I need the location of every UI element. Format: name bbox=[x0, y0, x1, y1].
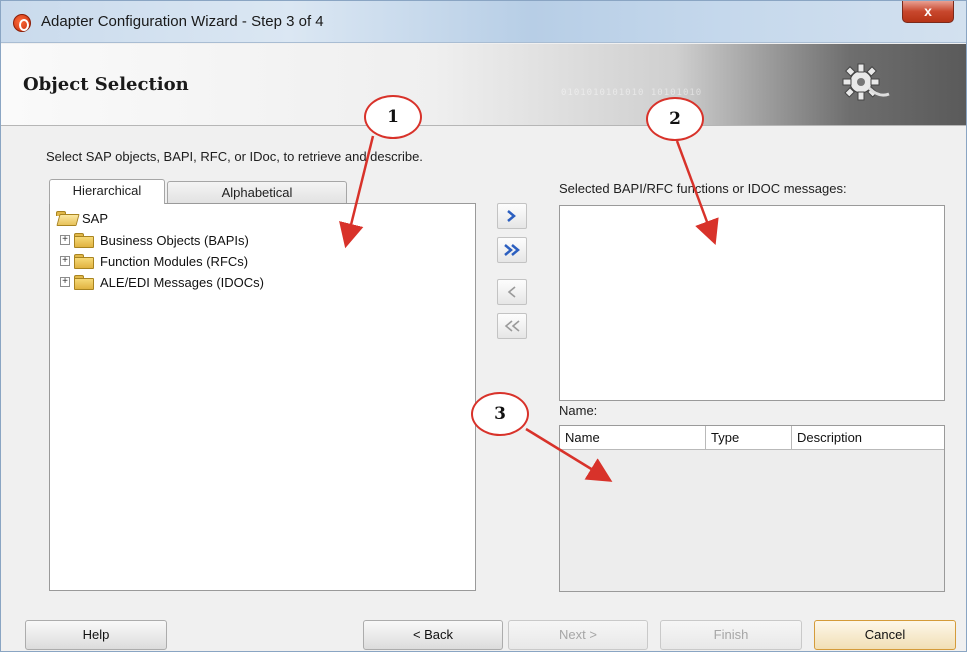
selected-list-label: Selected BAPI/RFC functions or IDOC mess… bbox=[559, 181, 847, 196]
title-bar[interactable]: Adapter Configuration Wizard - Step 3 of… bbox=[1, 1, 966, 43]
expand-icon[interactable]: + bbox=[60, 277, 70, 287]
folder-icon bbox=[74, 275, 94, 290]
cancel-button[interactable]: Cancel bbox=[814, 620, 956, 650]
column-header-name[interactable]: Name bbox=[560, 426, 706, 450]
move-all-right-button[interactable] bbox=[497, 237, 527, 263]
open-folder-icon bbox=[56, 211, 76, 225]
tree-item-label: Function Modules (RFCs) bbox=[100, 253, 249, 269]
callout-2: 2 bbox=[646, 97, 704, 141]
column-header-type[interactable]: Type bbox=[706, 426, 792, 450]
tree-item-function-modules[interactable]: + Function Modules (RFCs) bbox=[60, 252, 248, 270]
window-title: Adapter Configuration Wizard - Step 3 of… bbox=[41, 13, 324, 30]
selected-functions-list[interactable] bbox=[559, 205, 945, 401]
tab-alphabetical[interactable]: Alphabetical bbox=[167, 181, 347, 203]
move-left-icon bbox=[507, 286, 516, 298]
column-header-description[interactable]: Description bbox=[792, 426, 944, 450]
page-title: Object Selection bbox=[23, 74, 189, 95]
move-all-right-icon bbox=[504, 244, 520, 256]
move-all-left-icon bbox=[504, 320, 520, 332]
sap-object-tree[interactable]: SAP + Business Objects (BAPIs) + Functio… bbox=[49, 203, 476, 591]
instruction-text: Select SAP objects, BAPI, RFC, or IDoc, … bbox=[46, 149, 423, 164]
name-table[interactable]: Name Type Description bbox=[559, 425, 945, 592]
folder-icon bbox=[74, 254, 94, 269]
callout-1: 1 bbox=[364, 95, 422, 139]
tree-item-ale-edi-messages[interactable]: + ALE/EDI Messages (IDOCs) bbox=[60, 273, 264, 291]
move-all-left-button[interactable] bbox=[497, 313, 527, 339]
move-right-button[interactable] bbox=[497, 203, 527, 229]
expand-icon[interactable]: + bbox=[60, 256, 70, 266]
close-button[interactable]: x bbox=[902, 1, 954, 23]
wizard-header: Object Selection 0101010101010 10101010 bbox=[1, 44, 966, 126]
next-button[interactable]: Next > bbox=[508, 620, 648, 650]
gear-plug-icon bbox=[842, 63, 890, 101]
name-label: Name: bbox=[559, 403, 598, 418]
tree-item-label: Business Objects (BAPIs) bbox=[100, 232, 249, 248]
help-button[interactable]: Help bbox=[25, 620, 167, 650]
tab-hierarchical[interactable]: Hierarchical bbox=[49, 179, 165, 204]
tree-root[interactable]: SAP bbox=[56, 209, 108, 227]
callout-3: 3 bbox=[471, 392, 529, 436]
app-logo-icon bbox=[13, 14, 31, 32]
tree-item-label: ALE/EDI Messages (IDOCs) bbox=[100, 274, 264, 290]
expand-icon[interactable]: + bbox=[60, 235, 70, 245]
finish-button[interactable]: Finish bbox=[660, 620, 802, 650]
back-button[interactable]: < Back bbox=[363, 620, 503, 650]
tree-item-business-objects[interactable]: + Business Objects (BAPIs) bbox=[60, 231, 249, 249]
move-left-button[interactable] bbox=[497, 279, 527, 305]
folder-icon bbox=[74, 233, 94, 248]
move-right-icon bbox=[507, 210, 516, 222]
tree-root-label: SAP bbox=[82, 210, 109, 226]
wizard-window: Adapter Configuration Wizard - Step 3 of… bbox=[0, 0, 967, 652]
